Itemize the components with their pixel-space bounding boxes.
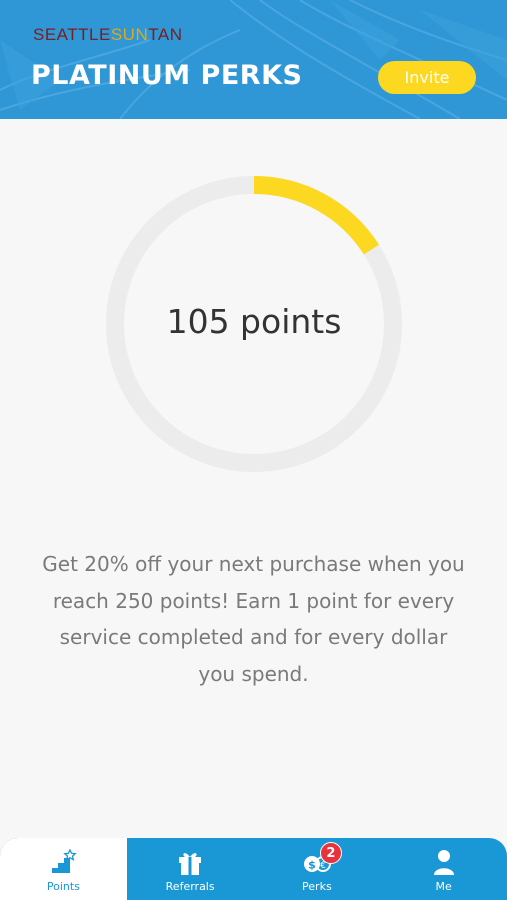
- tab-label-perks: Perks: [302, 880, 332, 893]
- tab-label-me: Me: [435, 880, 452, 893]
- tab-label-points: Points: [46, 880, 80, 893]
- app-header: SEATTLESUNTAN PLATINUM PERKS Invite: [0, 0, 507, 119]
- points-value: 105 points: [166, 302, 342, 341]
- invite-button[interactable]: Invite: [378, 61, 476, 94]
- tab-label-referrals: Referrals: [165, 880, 215, 893]
- tab-perks[interactable]: $ € 2 Perks: [254, 838, 381, 900]
- bottom-tab-bar: Points Referrals $ € 2 Perks Me: [0, 838, 507, 900]
- brand-logo: SEATTLESUNTAN: [33, 25, 183, 44]
- tab-me[interactable]: Me: [380, 838, 507, 900]
- tab-referrals[interactable]: Referrals: [127, 838, 254, 900]
- tab-points[interactable]: Points: [0, 838, 127, 900]
- gift-icon: [175, 848, 205, 876]
- perks-badge: 2: [319, 842, 342, 864]
- points-progress-ring: 105 points: [104, 174, 404, 474]
- svg-text:$: $: [308, 859, 316, 872]
- perk-description: Get 20% off your next purchase when you …: [42, 552, 465, 686]
- points-stairs-star-icon: [48, 848, 78, 876]
- page-title: PLATINUM PERKS: [31, 60, 303, 91]
- person-icon: [429, 848, 459, 876]
- perks-coins-icon: $ € 2: [302, 842, 342, 876]
